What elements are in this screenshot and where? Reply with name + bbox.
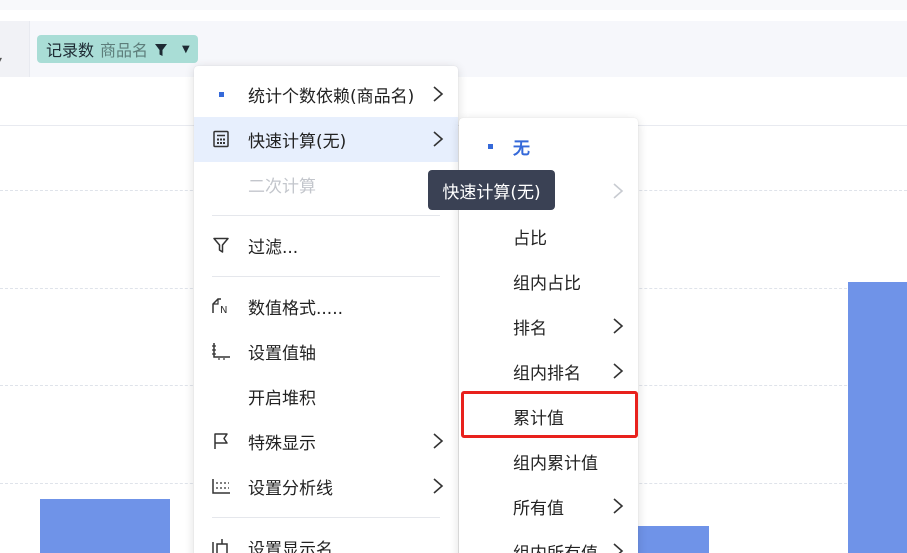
- submenu-item-group-cumulative[interactable]: 组内累计值: [459, 439, 638, 484]
- chart-bar[interactable]: [40, 499, 170, 553]
- menu-item-number-format[interactable]: N 数值格式.....: [194, 284, 458, 329]
- menu-item-label: 统计个数依赖(商品名): [248, 87, 415, 107]
- svg-text:N: N: [220, 305, 227, 315]
- filter-icon[interactable]: [154, 42, 168, 56]
- calculator-icon: [211, 129, 231, 149]
- menu-item-label: 数值格式.....: [248, 299, 344, 319]
- submenu-item-group-all-values[interactable]: 组内所有值: [459, 529, 638, 553]
- menu-item-label: 设置值轴: [248, 344, 316, 364]
- menu-item-label: 开启堆积: [248, 389, 316, 409]
- menu-divider: [212, 276, 440, 277]
- menu-item-analysis-line[interactable]: 设置分析线: [194, 464, 458, 509]
- chevron-right-icon: [613, 498, 624, 514]
- field-bar-left-panel: ▾: [0, 21, 30, 77]
- menu-item-value-axis[interactable]: 设置值轴: [194, 329, 458, 374]
- measure-field-pill[interactable]: 记录数 商品名 ▼: [37, 35, 198, 63]
- pill-dimension: 商品名: [100, 41, 149, 60]
- page: ▾ 记录数 商品名 ▼ 统计个数依赖(商品名) 快速计算(无): [0, 0, 907, 553]
- menu-item-stacking[interactable]: 开启堆积: [194, 374, 458, 419]
- menu-item-label: 特殊显示: [248, 434, 316, 454]
- submenu-item-label: 无: [513, 139, 530, 159]
- chevron-right-icon: [613, 318, 624, 334]
- menu-item-secondary-calc: 二次计算: [194, 162, 458, 207]
- chart-bar[interactable]: [848, 282, 907, 553]
- context-menu: 统计个数依赖(商品名) 快速计算(无) 二次计算 过滤... N 数值格式...…: [194, 66, 458, 553]
- menu-divider: [212, 517, 440, 518]
- caret-down-icon[interactable]: ▼: [182, 44, 190, 55]
- menu-item-label: 设置分析线: [248, 479, 333, 499]
- menu-item-quick-calc[interactable]: 快速计算(无): [194, 117, 458, 162]
- value-axis-icon: [211, 341, 231, 361]
- rename-icon: [211, 537, 231, 553]
- tooltip: 快速计算(无): [428, 170, 555, 210]
- submenu-item-label: 累计值: [513, 409, 564, 429]
- submenu-item-all-values[interactable]: 所有值: [459, 484, 638, 529]
- analysis-line-icon: [211, 476, 231, 496]
- menu-item-filter[interactable]: 过滤...: [194, 223, 458, 268]
- filter-outline-icon: [211, 235, 231, 255]
- submenu-item-label: 组内累计值: [513, 454, 598, 474]
- menu-item-label: 快速计算(无): [248, 132, 347, 152]
- chevron-down-icon[interactable]: ▾: [0, 55, 2, 66]
- chart-bar[interactable]: [638, 526, 709, 553]
- menu-item-display-name[interactable]: 设置显示名: [194, 525, 458, 553]
- chevron-right-icon: [433, 433, 444, 449]
- menu-item-label: 二次计算: [248, 177, 316, 197]
- submenu-item-label: 排名: [513, 319, 547, 339]
- selected-dot-icon: [480, 136, 500, 156]
- submenu-item-label: 所有值: [513, 499, 564, 519]
- chevron-right-icon: [613, 363, 624, 379]
- menu-item-count-dependency[interactable]: 统计个数依赖(商品名): [194, 72, 458, 117]
- top-strip: [0, 0, 907, 10]
- chevron-right-icon: [613, 543, 624, 553]
- flag-icon: [211, 431, 231, 451]
- chevron-right-icon: [613, 183, 624, 199]
- menu-item-label: 过滤...: [248, 238, 299, 258]
- submenu-item-cumulative[interactable]: 累计值: [459, 394, 638, 439]
- pill-name: 记录数: [46, 41, 95, 60]
- menu-item-label: 设置显示名: [248, 540, 333, 553]
- submenu-item-share[interactable]: 占比: [459, 214, 638, 259]
- bullet-icon: [211, 84, 231, 104]
- chevron-right-icon: [433, 478, 444, 494]
- submenu-item-rank[interactable]: 排名: [459, 304, 638, 349]
- submenu-item-label: 组内占比: [513, 274, 581, 294]
- number-format-icon: N: [211, 296, 231, 316]
- chevron-right-icon: [433, 86, 444, 102]
- submenu-item-label: 占比: [513, 229, 547, 249]
- submenu-item-group-share[interactable]: 组内占比: [459, 259, 638, 304]
- chevron-right-icon: [433, 131, 444, 147]
- submenu-item-none[interactable]: 无: [459, 124, 638, 169]
- submenu-item-label: 组内排名: [513, 364, 581, 384]
- menu-item-special-display[interactable]: 特殊显示: [194, 419, 458, 464]
- submenu-item-group-rank[interactable]: 组内排名: [459, 349, 638, 394]
- submenu-item-label: 组内所有值: [513, 539, 598, 553]
- menu-divider: [212, 215, 440, 216]
